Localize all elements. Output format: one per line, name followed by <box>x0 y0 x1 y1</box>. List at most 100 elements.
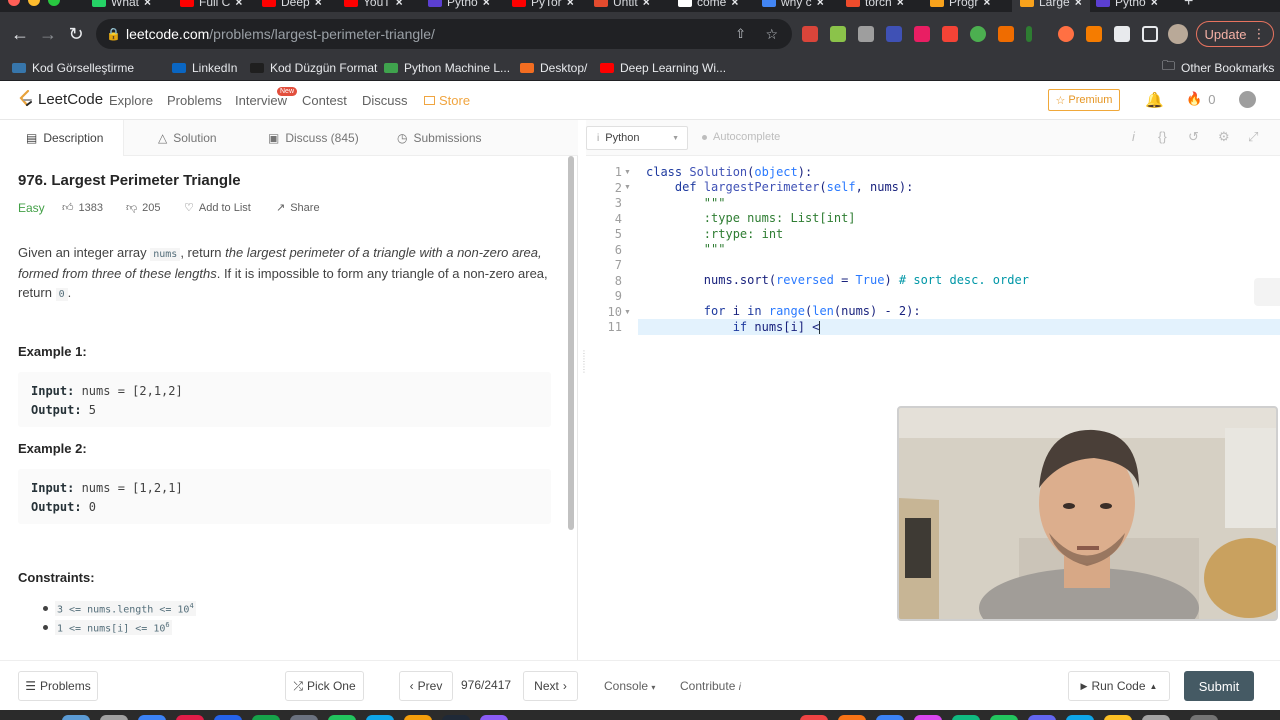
puzzle-extensions-icon[interactable] <box>1114 26 1130 42</box>
tab-discuss[interactable]: ▣ Discuss (845) <box>268 120 359 156</box>
close-tab-icon[interactable]: × <box>483 0 490 9</box>
extension-icon[interactable] <box>998 26 1014 42</box>
add-to-list-button[interactable]: ♡ Add to List <box>184 201 251 215</box>
dock-app-icon[interactable] <box>952 715 980 720</box>
nav-contest[interactable]: Contest <box>302 93 347 108</box>
bookmark-item[interactable]: Deep Learning Wi... <box>600 56 726 80</box>
dock-app-icon[interactable] <box>914 715 942 720</box>
points-counter[interactable]: 🔥 0 <box>1186 91 1215 107</box>
dock-app-icon[interactable] <box>62 715 90 720</box>
browser-tab[interactable]: YouT × <box>344 0 403 12</box>
dock-app-icon[interactable] <box>442 715 470 720</box>
fold-arrow-icon[interactable]: ▼ <box>624 169 631 176</box>
pick-one-button[interactable]: ⤮ Pick One <box>285 671 364 701</box>
close-tab-icon[interactable]: × <box>1151 0 1158 9</box>
close-tab-icon[interactable]: × <box>235 0 242 9</box>
problem-pager[interactable]: 976/2417 <box>461 678 511 692</box>
close-tab-icon[interactable]: × <box>144 0 151 9</box>
dock-trash-icon[interactable] <box>1190 715 1218 720</box>
nav-discuss[interactable]: Discuss <box>362 93 408 108</box>
dock-app-icon[interactable] <box>176 715 204 720</box>
leetcode-logo[interactable]: LeetCode <box>18 90 103 108</box>
bookmark-item[interactable]: Python Machine L... <box>384 56 510 80</box>
bookmark-item[interactable]: Kod Görselleştirme <box>12 56 134 80</box>
bookmark-item[interactable]: Desktop/ <box>520 56 587 80</box>
close-tab-icon[interactable]: × <box>731 0 738 9</box>
user-avatar-icon[interactable] <box>1239 91 1256 108</box>
next-button[interactable]: Next › <box>523 671 578 701</box>
minimize-window-icon[interactable] <box>28 0 40 6</box>
dislike-button[interactable]: 👎︎ 205 <box>126 201 161 215</box>
close-tab-icon[interactable]: × <box>897 0 904 9</box>
share-button[interactable]: ↗ Share <box>276 201 320 215</box>
browser-tab[interactable]: PyTor × <box>512 0 574 12</box>
bookmark-item[interactable]: LinkedIn <box>172 56 237 80</box>
profile-avatar[interactable] <box>1168 24 1188 44</box>
browser-tab[interactable]: torch × <box>846 0 904 12</box>
bell-icon[interactable]: 🔔 <box>1145 91 1164 109</box>
metamask-extension-icon[interactable] <box>1086 26 1102 42</box>
close-window-icon[interactable] <box>8 0 20 6</box>
reload-icon[interactable]: ↻ <box>62 12 90 56</box>
new-tab-icon[interactable]: + <box>1184 0 1193 12</box>
tab-solution[interactable]: △ Solution <box>158 120 217 156</box>
browser-tab[interactable]: What × <box>92 0 151 12</box>
nav-explore[interactable]: Explore <box>109 93 153 108</box>
dock-app-icon[interactable] <box>214 715 242 720</box>
zoom-window-icon[interactable] <box>48 0 60 6</box>
console-toggle[interactable]: Console ▾ <box>604 679 655 693</box>
extension-icon[interactable] <box>1026 26 1032 42</box>
nav-store[interactable]: Store <box>424 93 470 108</box>
dock-app-icon[interactable] <box>1066 715 1094 720</box>
extension-icon[interactable] <box>858 26 874 42</box>
info-icon[interactable]: i <box>1132 129 1135 144</box>
dock-app-icon[interactable] <box>990 715 1018 720</box>
premium-button[interactable]: ☆ Premium <box>1048 89 1120 111</box>
dock-app-icon[interactable] <box>252 715 280 720</box>
close-tab-icon[interactable]: × <box>1075 0 1082 9</box>
dock-app-icon[interactable] <box>1142 715 1170 720</box>
bookmark-item[interactable]: Kod Düzgün Format <box>250 56 377 80</box>
problems-list-button[interactable]: ☰ Problems <box>18 671 98 701</box>
language-select[interactable]: i Python ▼ <box>586 126 688 150</box>
submit-button[interactable]: Submit <box>1184 671 1254 701</box>
adblock-extension-icon[interactable] <box>802 26 818 42</box>
dock-app-icon[interactable] <box>1028 715 1056 720</box>
settings-icon[interactable]: ⚙ <box>1218 129 1230 145</box>
dock-app-icon[interactable] <box>876 715 904 720</box>
like-button[interactable]: 👍︎ 1383 <box>62 201 103 215</box>
fold-arrow-icon[interactable]: ▼ <box>624 184 631 191</box>
fold-arrow-icon[interactable]: ▼ <box>624 309 631 316</box>
autocomplete-toggle[interactable]: Autocomplete <box>702 131 780 143</box>
close-tab-icon[interactable]: × <box>817 0 824 9</box>
dock-app-icon[interactable] <box>1104 715 1132 720</box>
close-tab-icon[interactable]: × <box>983 0 990 9</box>
browser-tab[interactable]: Large × <box>1012 0 1090 12</box>
extension-icon[interactable] <box>830 26 846 42</box>
close-tab-icon[interactable]: × <box>396 0 403 9</box>
close-tab-icon[interactable]: × <box>567 0 574 9</box>
bookmark-star-icon[interactable]: ☆ <box>765 26 778 43</box>
contribute-button[interactable]: Contribute i <box>680 679 741 693</box>
nav-problems[interactable]: Problems <box>167 93 222 108</box>
browser-tab[interactable]: Full C × <box>180 0 242 12</box>
run-code-button[interactable]: ▶ Run Code ▲ <box>1068 671 1170 701</box>
reset-icon[interactable]: ↺ <box>1188 129 1199 145</box>
extension-icon[interactable] <box>914 26 930 42</box>
dock-app-icon[interactable] <box>138 715 166 720</box>
fullscreen-icon[interactable]: ⤢ <box>1248 129 1258 145</box>
close-tab-icon[interactable]: × <box>643 0 650 9</box>
browser-tab[interactable]: Pytho × <box>1096 0 1158 12</box>
panel-resize-handle[interactable]: ⋮ ⋮ ⋮ <box>580 350 588 390</box>
forward-icon[interactable]: → <box>34 12 62 56</box>
extension-icon[interactable] <box>970 26 986 42</box>
dock-app-icon[interactable] <box>366 715 394 720</box>
extension-icon[interactable] <box>886 26 902 42</box>
dock-app-icon[interactable] <box>100 715 128 720</box>
description-scrollbar[interactable] <box>568 156 574 530</box>
browser-tab[interactable]: Pytho × <box>428 0 490 12</box>
share-page-icon[interactable]: ⇧ <box>735 26 746 42</box>
sidebar-icon[interactable] <box>1142 26 1158 42</box>
prev-button[interactable]: ‹ Prev <box>399 671 453 701</box>
extension-icon[interactable] <box>1058 26 1074 42</box>
